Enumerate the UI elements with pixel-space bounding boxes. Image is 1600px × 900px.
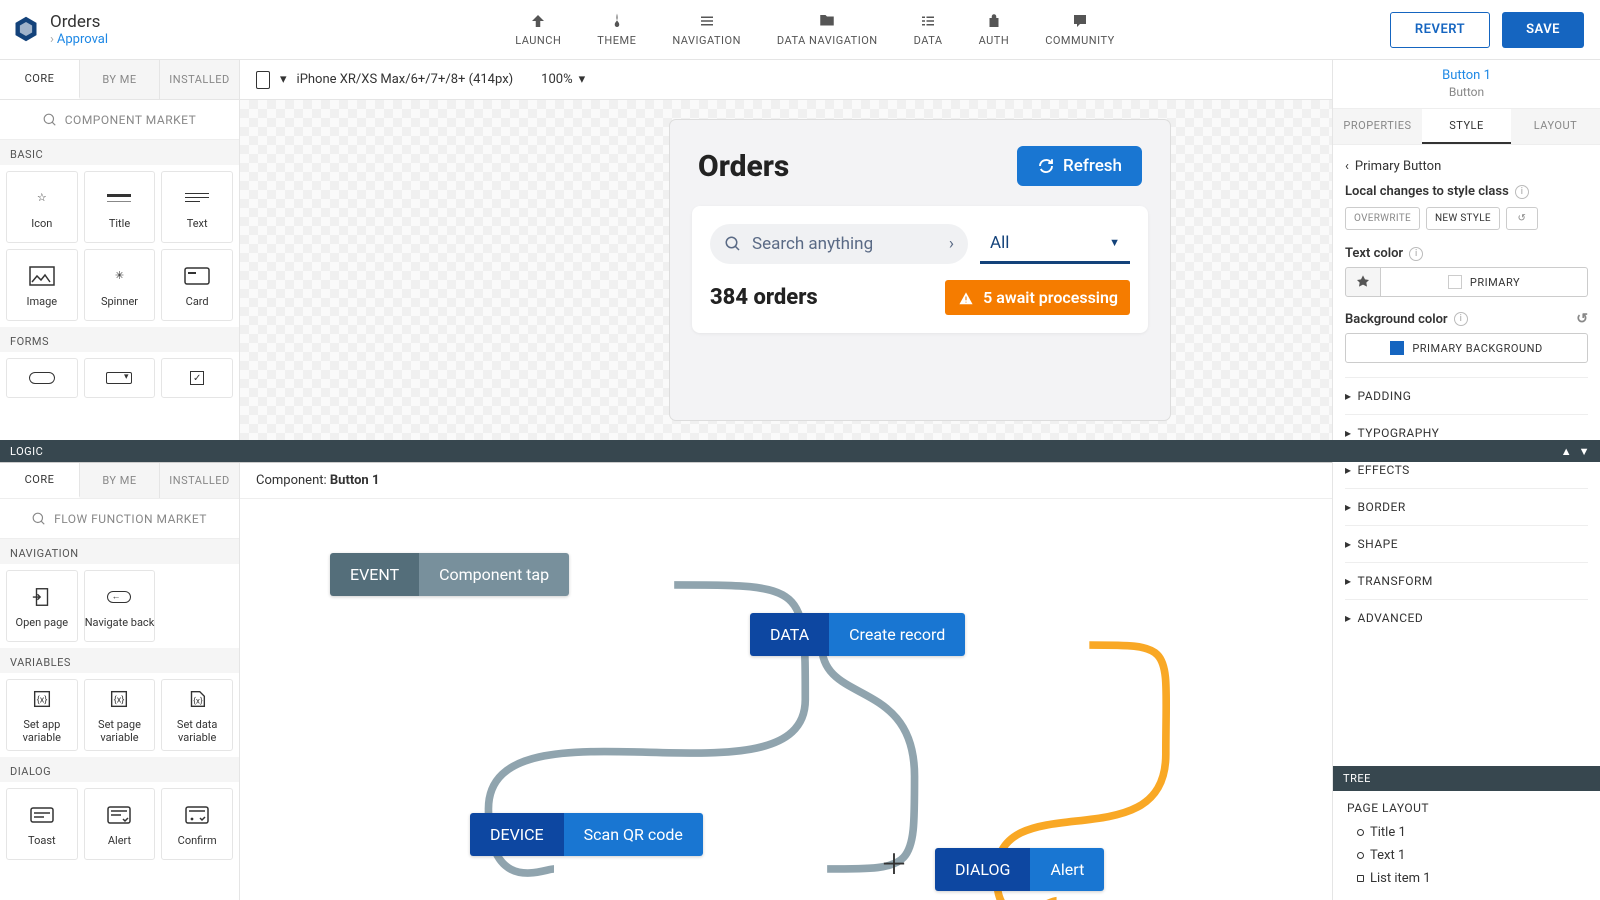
flow-confirm[interactable]: Confirm	[161, 788, 233, 860]
local-changes-label: Local changes to style class	[1345, 184, 1509, 199]
component-spinner[interactable]: ✳Spinner	[84, 249, 156, 321]
await-badge[interactable]: 5 await processing	[945, 280, 1130, 315]
text-color-binding-button[interactable]	[1345, 267, 1381, 297]
logic-tab-core[interactable]: CORE	[0, 463, 80, 498]
category-basic: BASIC	[0, 140, 239, 165]
flow-open-page[interactable]: Open page	[6, 570, 78, 642]
add-node-icon[interactable]: ＋	[880, 843, 908, 883]
warning-icon	[957, 289, 975, 307]
left-tab-core[interactable]: CORE	[0, 60, 80, 99]
text-color-label: Text color	[1345, 246, 1403, 261]
save-button[interactable]: SAVE	[1502, 12, 1584, 48]
component-title[interactable]: Title	[84, 171, 156, 243]
breadcrumb[interactable]: ›Approval	[50, 32, 108, 48]
node-device[interactable]: DEVICEScan QR code	[470, 813, 703, 856]
accordion-transform[interactable]: ▸TRANSFORM	[1345, 562, 1588, 599]
rp-tab-style[interactable]: STYLE	[1422, 109, 1511, 144]
node-dialog[interactable]: DIALOGAlert	[935, 848, 1104, 891]
selected-element-name: Button 1	[1333, 68, 1600, 85]
logic-panel-label: LOGIC	[10, 445, 43, 458]
refresh-icon	[1037, 157, 1055, 175]
search-icon	[32, 512, 46, 526]
tree-header: TREE	[1333, 766, 1600, 791]
selected-element-type: Button	[1333, 85, 1600, 101]
bg-color-label: Background color	[1345, 312, 1448, 327]
component-card[interactable]: Card	[161, 249, 233, 321]
flow-set-data-var[interactable]: {x}Set data variable	[161, 679, 233, 751]
filter-select[interactable]: All▼	[980, 224, 1130, 264]
info-icon[interactable]: i	[1409, 247, 1423, 261]
nav-community[interactable]: COMMUNITY	[1039, 8, 1121, 51]
logic-tab-installed[interactable]: INSTALLED	[160, 463, 240, 498]
nav-navigation[interactable]: NAVIGATION	[666, 8, 747, 51]
tree-item[interactable]: List item 1	[1347, 867, 1586, 890]
flow-function-market-search[interactable]: FLOW FUNCTION MARKET	[0, 499, 239, 539]
accordion-advanced[interactable]: ▸ADVANCED	[1345, 599, 1588, 636]
tree-item[interactable]: Text 1	[1347, 844, 1586, 867]
flow-navigate-back[interactable]: ←Navigate back	[84, 570, 156, 642]
reset-icon[interactable]: ↺	[1576, 311, 1588, 327]
component-form3[interactable]: ✓	[161, 358, 233, 398]
nav-data[interactable]: DATA	[908, 8, 949, 51]
nav-data-navigation[interactable]: DATA NAVIGATION	[771, 8, 884, 51]
node-event[interactable]: EVENTComponent tap	[330, 553, 569, 596]
svg-text:{x}: {x}	[193, 697, 203, 707]
search-icon	[43, 113, 57, 127]
new-style-button[interactable]: NEW STYLE	[1426, 207, 1500, 230]
revert-button[interactable]: REVERT	[1390, 12, 1490, 48]
device-frame: Orders Refresh Search anything › All▼	[670, 120, 1170, 420]
component-image[interactable]: Image	[6, 249, 78, 321]
flow-alert[interactable]: Alert	[84, 788, 156, 860]
logic-collapse-icon[interactable]: ▲ ▼	[1561, 445, 1590, 458]
app-title: Orders	[50, 12, 108, 32]
app-logo-icon	[12, 15, 40, 43]
orders-count: 384 orders	[710, 285, 818, 310]
accordion-shape[interactable]: ▸SHAPE	[1345, 525, 1588, 562]
nav-theme[interactable]: THEME	[591, 8, 642, 51]
rp-tab-layout[interactable]: LAYOUT	[1511, 109, 1600, 144]
text-color-value[interactable]: PRIMARY	[1381, 267, 1588, 297]
node-data[interactable]: DATACreate record	[750, 613, 965, 656]
logic-cat-dialog: DIALOG	[0, 757, 239, 782]
svg-text:{x}: {x}	[114, 696, 125, 706]
logic-cat-navigation: NAVIGATION	[0, 539, 239, 564]
zoom-selector[interactable]: 100%▾	[529, 60, 597, 99]
left-tab-byme[interactable]: BY ME	[80, 60, 160, 99]
category-forms: FORMS	[0, 327, 239, 352]
refresh-button[interactable]: Refresh	[1017, 146, 1142, 186]
flow-set-app-var[interactable]: {x}Set app variable	[6, 679, 78, 751]
component-icon[interactable]: ☆Icon	[6, 171, 78, 243]
flow-set-page-var[interactable]: {x}Set page variable	[84, 679, 156, 751]
rp-tab-properties[interactable]: PROPERTIES	[1333, 109, 1422, 144]
info-icon[interactable]: i	[1515, 185, 1529, 199]
component-market-search[interactable]: COMPONENT MARKET	[0, 100, 239, 140]
component-form1[interactable]	[6, 358, 78, 398]
phone-icon	[256, 71, 270, 89]
logic-tab-byme[interactable]: BY ME	[80, 463, 160, 498]
nav-launch[interactable]: LAUNCH	[509, 8, 567, 51]
component-text[interactable]: Text	[161, 171, 233, 243]
svg-text:{x}: {x}	[36, 696, 47, 706]
flow-toast[interactable]: Toast	[6, 788, 78, 860]
screen-title: Orders	[698, 149, 789, 184]
tree-item[interactable]: Title 1	[1347, 821, 1586, 844]
style-back-link[interactable]: ‹Primary Button	[1345, 155, 1588, 184]
device-selector[interactable]: ▾ iPhone XR/XS Max/6+/7+/8+ (414px)	[240, 60, 529, 99]
accordion-border[interactable]: ▸BORDER	[1345, 488, 1588, 525]
accordion-padding[interactable]: ▸PADDING	[1345, 377, 1588, 414]
search-icon	[724, 235, 742, 253]
search-input[interactable]: Search anything ›	[710, 224, 968, 264]
left-tab-installed[interactable]: INSTALLED	[160, 60, 240, 99]
bg-color-value[interactable]: PRIMARY BACKGROUND	[1345, 333, 1588, 363]
reset-style-button[interactable]: ↺	[1506, 207, 1538, 230]
tree-section-label: PAGE LAYOUT	[1347, 801, 1586, 815]
overwrite-button[interactable]: OVERWRITE	[1345, 207, 1420, 230]
component-form2[interactable]: ▾	[84, 358, 156, 398]
info-icon[interactable]: i	[1454, 312, 1468, 326]
nav-auth[interactable]: AUTH	[973, 8, 1016, 51]
logic-cat-variables: VARIABLES	[0, 648, 239, 673]
